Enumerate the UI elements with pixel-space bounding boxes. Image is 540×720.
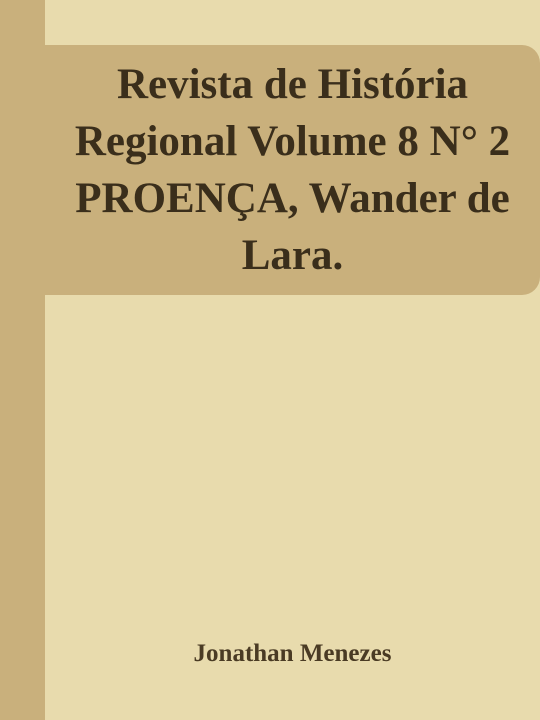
- title-band: Revista de História Regional Volume 8 N°…: [45, 45, 540, 295]
- book-title: Revista de História Regional Volume 8 N°…: [74, 61, 511, 279]
- cover-spine: [0, 0, 45, 720]
- book-author: Jonathan Menezes: [193, 640, 392, 667]
